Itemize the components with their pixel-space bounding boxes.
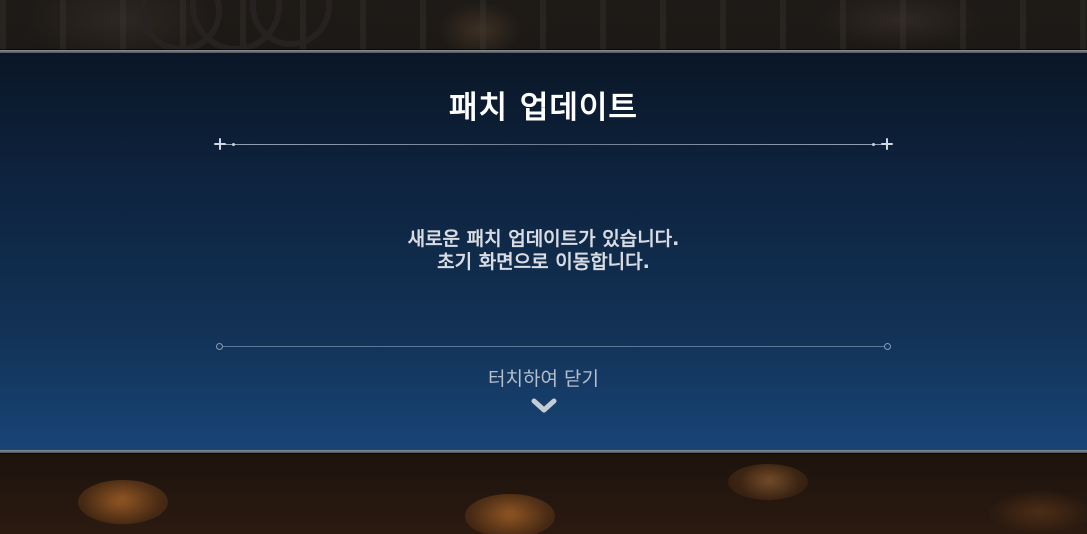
divider-dot (232, 143, 235, 146)
divider-dot (872, 143, 875, 146)
stool-decor (728, 464, 808, 500)
chevron-down-icon (531, 398, 556, 413)
game-screen: 패치 업데이트 새로운 패치 업데이트가 있습니다. 초기 화면으로 이동합니다… (0, 0, 1087, 534)
divider-dot (884, 343, 891, 350)
footer-divider (216, 343, 891, 350)
touch-to-close-button[interactable]: 터치하여 닫기 (0, 364, 1087, 415)
message-line-2: 초기 화면으로 이동합니다. (437, 251, 650, 273)
scene-floor (0, 452, 1087, 534)
patch-update-popup[interactable]: 패치 업데이트 새로운 패치 업데이트가 있습니다. 초기 화면으로 이동합니다… (0, 50, 1087, 453)
stool-decor (465, 494, 555, 534)
popup-title: 패치 업데이트 (449, 90, 638, 126)
divider-dot (216, 343, 223, 350)
stool-decor (78, 480, 168, 524)
close-hint-label: 터치하여 닫기 (488, 368, 599, 390)
popup-top-border (0, 50, 1087, 53)
sparkle-icon (881, 138, 893, 150)
popup-bottom-border (0, 450, 1087, 453)
sparkle-icon (214, 138, 226, 150)
popup-message: 새로운 패치 업데이트가 있습니다. 초기 화면으로 이동합니다. (0, 228, 1087, 274)
message-line-1: 새로운 패치 업데이트가 있습니다. (407, 228, 680, 250)
title-divider (214, 138, 893, 150)
